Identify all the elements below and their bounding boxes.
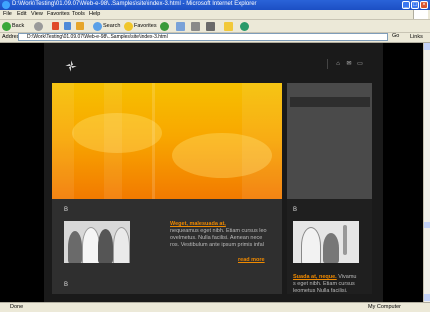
history-icon [160,21,169,31]
section-bullet: B [293,207,298,213]
address-bar: Address D:\Work\Testing\01.09.07\Web-e-9… [0,33,430,43]
back-arrow-icon [2,21,11,31]
home-nav-icon[interactable]: ⌂ [335,61,341,67]
scroll-thumb[interactable] [424,222,430,228]
address-input[interactable]: D:\Work\Testing\01.09.07\Web-e-98\..Samp… [18,33,388,41]
messenger-icon [240,21,249,31]
article-heading: Suada at, neque. Vivamu [293,274,357,281]
photo-person [113,227,130,263]
messenger-button[interactable] [240,21,250,31]
forward-button[interactable] [34,21,44,31]
folder-icon [224,21,233,31]
site-container: ⌂ ✉ ▭ B Weget, malesuada at, nequeamus e… [44,43,383,302]
toolbar: Back Search Favorites [0,20,430,33]
window-title: D:\Work\Testing\01.09.07\Web-e-98\..Samp… [12,1,257,7]
menu-edit[interactable]: Edit [17,11,26,17]
hero-stripe [52,83,74,199]
article-text: ovelmetus. Nulla facilisi. Aenean nece [170,235,263,241]
folder-button[interactable] [224,21,234,31]
article-text: nequeamus eget nibh. Etiam cursus leo [170,228,267,234]
links-button[interactable]: Links [410,34,423,40]
sitemap-nav-icon[interactable]: ▭ [357,61,363,67]
print-icon [191,21,200,31]
menu-file[interactable]: File [3,11,12,17]
ie-icon [2,1,10,9]
article-title-rest: Vivamu [336,274,357,280]
section-bullet: B [64,282,69,288]
refresh-button[interactable] [64,21,72,31]
home-icon [76,22,84,30]
search-icon [93,21,102,31]
menu-bar: File Edit View Favorites Tools Help [0,10,430,20]
article-text: ros. Vestibulum ante ipsum primis infal [170,242,264,248]
status-bar: Done My Computer [0,302,430,312]
favorites-button[interactable]: Favorites [124,21,157,31]
read-more-link[interactable]: read more [238,257,265,263]
hero-banner [52,83,282,199]
hero-stripe [242,83,282,199]
photo-person [98,229,113,263]
maximize-button[interactable]: □ [411,1,419,9]
windows-flag-icon [413,10,428,19]
photo-person [301,227,321,263]
site-logo-icon[interactable] [64,59,78,73]
security-zone: My Computer [368,304,402,310]
scroll-up-arrow[interactable] [424,43,430,50]
content-panel: B Weget, malesuada at, nequeamus eget ni… [52,199,282,294]
sidebar-bar [290,97,370,107]
contact-nav-icon[interactable]: ✉ [346,61,352,67]
mail-icon [176,21,185,31]
sidebar-panel [287,83,372,199]
article-title[interactable]: Suada at, neque. [293,274,337,280]
forward-arrow-icon [34,21,43,31]
photo-person [323,233,339,263]
page-viewport: ⌂ ✉ ▭ B Weget, malesuada at, nequeamus e… [0,43,423,302]
history-button[interactable] [160,21,170,31]
minimize-button[interactable]: _ [402,1,410,9]
go-button[interactable]: Go [392,33,399,39]
article-text: s eget nibh. Etiam cursus [293,281,355,287]
stop-button[interactable] [52,21,60,31]
status-text: Done [10,304,24,310]
vertical-scrollbar[interactable] [423,43,430,302]
hero-stripe [104,83,122,199]
menu-help[interactable]: Help [89,11,100,17]
refresh-icon [64,22,71,30]
edit-icon [206,21,215,31]
menu-tools[interactable]: Tools [72,11,85,17]
search-button[interactable]: Search [93,21,120,31]
scientists-photo [293,221,359,263]
article-text: leometus Nulla facilisi. [293,288,348,294]
article-title[interactable]: Weget, malesuada at, [170,221,226,227]
back-button[interactable]: Back [2,21,24,31]
team-photo [64,221,130,263]
close-button[interactable]: × [420,1,428,9]
stop-icon [52,22,59,30]
photo-person [68,231,82,263]
section-bullet: B [64,207,69,213]
menu-view[interactable]: View [31,11,43,17]
favorites-star-icon [124,21,133,31]
scroll-down-arrow[interactable] [424,294,430,301]
window-title-bar[interactable]: D:\Work\Testing\01.09.07\Web-e-98\..Samp… [0,0,430,10]
menu-favorites[interactable]: Favorites [47,11,70,17]
nav-separator [327,59,328,69]
hero-stripe [152,83,155,199]
print-button[interactable] [191,21,201,31]
home-button[interactable] [76,21,85,31]
photo-equipment [343,225,347,255]
mail-button[interactable] [176,21,186,31]
edit-button[interactable] [206,21,216,31]
sidebar-content-panel: B Suada at, neque. Vivamu s eget nibh. E… [287,199,372,294]
